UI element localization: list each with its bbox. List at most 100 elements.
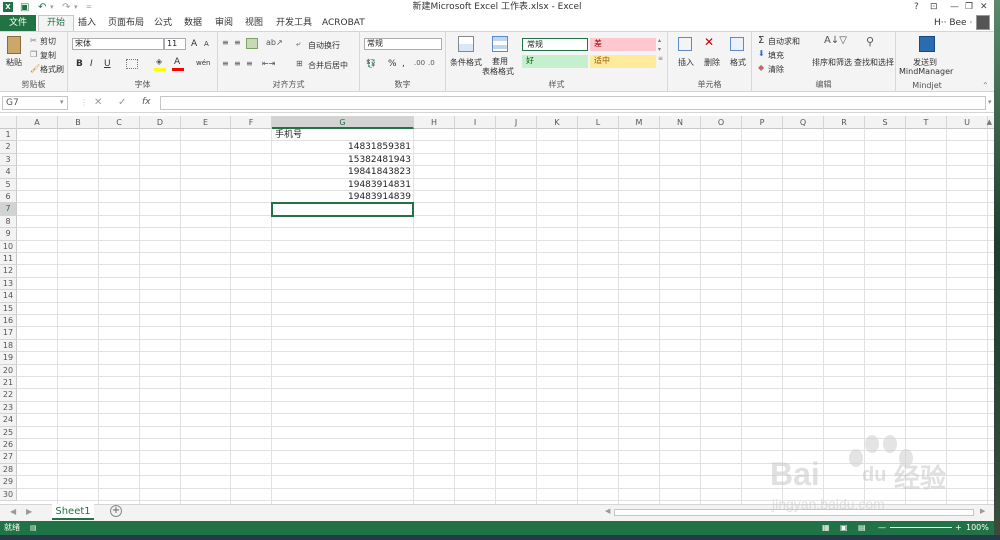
align-left-icon[interactable]: ≡ [222,59,229,68]
redo-dropdown-icon[interactable]: ▾ [74,1,78,14]
row-header-10[interactable]: 10 [0,240,17,253]
zoom-slider[interactable] [890,527,952,528]
zoom-level[interactable]: 100% [966,521,989,535]
cut-icon[interactable]: ✂ [30,36,37,45]
mindmanager-icon[interactable] [919,36,935,52]
copy-button[interactable]: 复制 [40,50,56,61]
percent-button[interactable]: % [388,59,397,69]
increase-decimal-icon[interactable]: .00 [414,59,425,67]
row-header-29[interactable]: 29 [0,476,17,489]
row-header-15[interactable]: 15 [0,302,17,315]
cell-g4[interactable]: 19841843823 [272,166,411,178]
customize-toolbar-icon[interactable]: = [86,1,92,14]
cell-g3[interactable]: 15382481943 [272,154,411,166]
wrap-text-icon[interactable]: ⤶ [296,39,300,49]
row-header-9[interactable]: 9 [0,228,17,241]
tab-acrobat[interactable]: ACROBAT [322,15,365,31]
row-header-3[interactable]: 3 [0,153,17,167]
column-header-f[interactable]: F [231,116,272,129]
minimize-icon[interactable]: — [950,0,959,15]
row-header-13[interactable]: 13 [0,277,17,291]
prev-sheet-icon[interactable]: ◀ [10,507,16,516]
grow-font-button[interactable]: A [191,39,197,49]
row-header-23[interactable]: 23 [0,401,17,415]
row-header-4[interactable]: 4 [0,166,17,179]
tab-page-layout[interactable]: 页面布局 [108,15,144,31]
row-header-2[interactable]: 2 [0,141,17,154]
insert-cells-icon[interactable] [678,37,692,51]
paste-button[interactable]: 粘贴 [6,57,22,68]
tab-formulas[interactable]: 公式 [154,15,172,31]
autosum-icon[interactable]: Σ [758,35,764,46]
font-size-select[interactable]: 11 [164,38,186,50]
table-format-icon[interactable] [492,36,508,52]
row-header-26[interactable]: 26 [0,439,17,452]
comma-button[interactable]: , [402,59,405,69]
formula-input[interactable] [160,96,986,110]
column-header-s[interactable]: S [865,116,906,129]
style-good[interactable]: 好 [522,55,588,68]
italic-button[interactable]: I [90,59,93,69]
column-header-a[interactable]: A [17,116,58,129]
tab-review[interactable]: 审阅 [215,15,233,31]
number-format-select[interactable]: 常规 [364,38,442,50]
restore-icon[interactable]: ❐ [965,0,973,15]
clear-button[interactable]: 清除 [768,64,784,75]
row-header-11[interactable]: 11 [0,253,17,266]
tab-developer[interactable]: 开发工具 [276,15,312,31]
column-header-e[interactable]: E [181,116,231,129]
close-icon[interactable]: ✕ [980,0,988,15]
copy-icon[interactable]: ❐ [30,50,37,59]
normal-view-icon[interactable]: ▦ [822,521,830,535]
table-format-label-2[interactable]: 表格格式 [482,66,514,77]
next-sheet-icon[interactable]: ▶ [26,507,32,516]
format-painter-icon[interactable]: 🖌 [30,64,40,73]
select-all-corner[interactable] [0,116,17,129]
merge-icon[interactable]: ⊞ [296,59,303,68]
row-header-8[interactable]: 8 [0,215,17,229]
save-icon[interactable]: ▣ [20,1,29,14]
avatar[interactable] [976,15,990,30]
row-header-6[interactable]: 6 [0,191,17,204]
undo-dropdown-icon[interactable]: ▾ [50,1,54,14]
indent-icon[interactable]: ⇤⇥ [262,59,275,68]
expand-formula-icon[interactable]: ▾ [988,98,992,106]
row-header-25[interactable]: 25 [0,426,17,439]
delete-cells-button[interactable]: 删除 [704,57,720,68]
conditional-format-button[interactable]: 条件格式 [450,57,482,68]
align-middle-icon[interactable]: ≡ [234,38,241,47]
style-normal[interactable]: 常规 [522,38,588,51]
orientation-icon[interactable]: ab↗ [266,38,283,47]
row-header-24[interactable]: 24 [0,414,17,427]
style-bad[interactable]: 差 [590,38,656,51]
sort-filter-button[interactable]: 排序和筛选 [812,57,852,68]
column-header-q[interactable]: Q [783,116,824,129]
redo-icon[interactable]: ↷ [62,1,70,14]
column-header-n[interactable]: N [660,116,701,129]
fill-bucket-icon[interactable]: ◈ [156,57,162,66]
name-box-dropdown-icon[interactable]: ▾ [60,98,64,106]
row-header-16[interactable]: 16 [0,315,17,328]
autosum-button[interactable]: 自动求和 [768,36,800,47]
hscroll-left-icon[interactable]: ◀ [605,507,610,515]
zoom-in-icon[interactable]: + [955,521,962,535]
shrink-font-button[interactable]: A [204,40,209,48]
column-header-b[interactable]: B [58,116,99,129]
format-cells-button[interactable]: 格式 [730,57,746,68]
sheet-tab-sheet1[interactable]: Sheet1 [52,504,94,520]
row-header-5[interactable]: 5 [0,178,17,191]
fill-color-icon[interactable] [154,68,166,71]
style-neutral[interactable]: 适中 [590,55,656,68]
row-header-1[interactable]: 1 [0,129,17,142]
column-header-l[interactable]: L [578,116,619,129]
align-top-icon[interactable]: ≡ [222,38,229,47]
wrap-text-button[interactable]: 自动换行 [308,40,340,51]
paste-icon[interactable] [7,36,21,54]
insert-function-icon[interactable]: fx [142,97,151,107]
delete-cells-icon[interactable]: ✕ [704,35,714,49]
tab-data[interactable]: 数据 [184,15,202,31]
column-header-o[interactable]: O [701,116,742,129]
column-header-k[interactable]: K [537,116,578,129]
tab-view[interactable]: 视图 [245,15,263,31]
ribbon-display-icon[interactable]: ⊡ [930,0,938,15]
